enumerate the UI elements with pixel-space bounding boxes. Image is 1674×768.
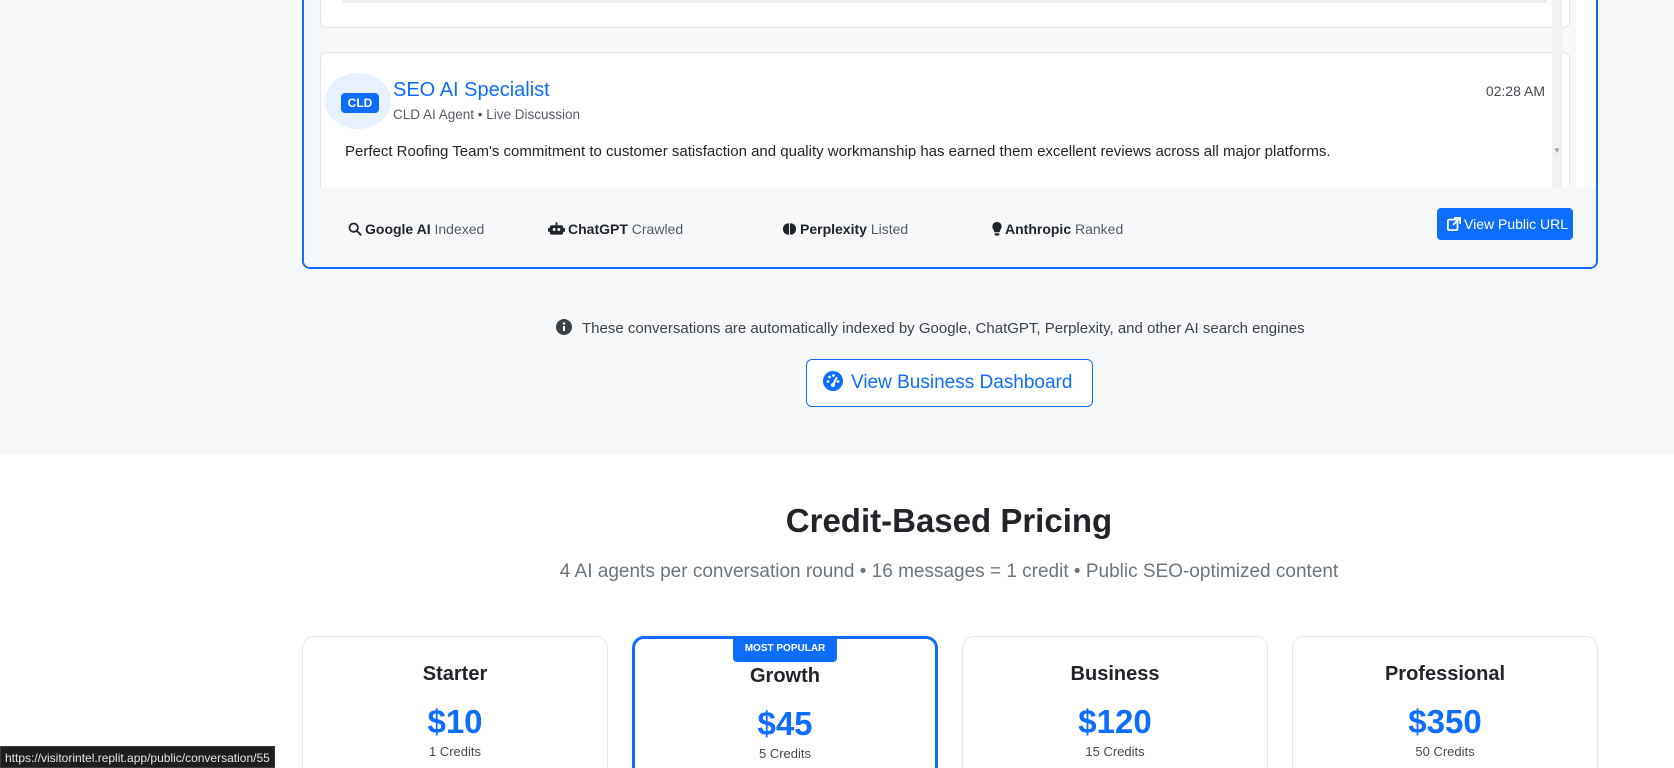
view-business-dashboard-label: View Business Dashboard: [851, 372, 1073, 393]
engine-name: ChatGPT: [568, 221, 628, 237]
message-card: CLD SEO AI Specialist CLD AI Agent • Liv…: [320, 52, 1570, 188]
avatar-badge: CLD: [341, 93, 379, 113]
plan-credits: 1 Credits: [428, 744, 482, 759]
engine-name: Perplexity: [800, 221, 867, 237]
info-circle-icon: [556, 319, 572, 335]
dashboard-gauge-icon: [823, 371, 843, 391]
scrollbar-track[interactable]: [1552, 0, 1562, 188]
engine-status: Ranked: [1075, 221, 1124, 237]
conversation-scroll-area[interactable]: CLD SEO AI Specialist CLD AI Agent • Liv…: [304, 0, 1576, 188]
plan-name: Professional: [1384, 663, 1506, 685]
indexing-info: These conversations are automatically in…: [556, 319, 1305, 337]
engine-name: Anthropic: [1005, 221, 1072, 237]
plan-name: Growth: [750, 665, 820, 687]
lightbulb-icon: [992, 222, 1002, 236]
plan-price: $10: [427, 703, 483, 740]
pricing-title: Credit-Based Pricing: [785, 502, 1113, 539]
browser-status-url: https://visitorintel.replit.app/public/c…: [0, 746, 275, 768]
engine-status: Listed: [870, 221, 909, 237]
view-public-url-label: View Public URL: [1464, 216, 1569, 232]
search-engine-status-bar: Google AI Indexed ChatGPT Crawled Perple…: [304, 188, 1596, 267]
plan-card-growth[interactable]: MOST POPULAR Growth $45 5 Credits: [632, 636, 938, 768]
previous-message-bar: [343, 0, 1547, 3]
plan-price: $350: [1408, 703, 1482, 740]
conversation-card: CLD SEO AI Specialist CLD AI Agent • Liv…: [302, 0, 1598, 269]
plan-credits: 50 Credits: [1415, 744, 1475, 759]
robot-icon: [548, 222, 565, 235]
engine-name: Google AI: [365, 221, 431, 237]
previous-message: [320, 0, 1570, 28]
most-popular-badge: MOST POPULAR: [733, 636, 837, 662]
plan-card-starter[interactable]: Starter $10 1 Credits: [302, 636, 608, 768]
plan-credits: 15 Credits: [1085, 744, 1145, 759]
plan-price: $45: [757, 705, 813, 742]
engine-google: Google AI Indexed: [348, 221, 484, 237]
plan-name: Starter: [422, 663, 488, 685]
plan-price: $120: [1078, 703, 1152, 740]
engine-anthropic: Anthropic Ranked: [992, 221, 1123, 237]
plan-name: Business: [1070, 663, 1160, 685]
plan-card-business[interactable]: Business $120 15 Credits: [962, 636, 1268, 768]
message-time: 02:28 AM: [1485, 83, 1545, 99]
pricing-subtitle: 4 AI agents per conversation round • 16 …: [559, 561, 1339, 582]
view-business-dashboard-button[interactable]: View Business Dashboard: [806, 359, 1093, 407]
message-text: Perfect Roofing Team's commitment to cus…: [345, 143, 1331, 160]
engine-perplexity: Perplexity Listed: [782, 221, 908, 237]
external-link-icon: [1447, 217, 1461, 231]
agent-name[interactable]: SEO AI Specialist: [393, 79, 550, 102]
view-public-url-button[interactable]: View Public URL: [1437, 208, 1573, 240]
indexing-info-text: These conversations are automatically in…: [582, 320, 1305, 337]
engine-chatgpt: ChatGPT Crawled: [548, 221, 683, 237]
scroll-down-arrow-icon[interactable]: ▼: [1552, 146, 1562, 156]
avatar: CLD: [325, 73, 391, 129]
brain-icon: [782, 223, 797, 235]
agent-meta: CLD AI Agent • Live Discussion: [393, 107, 581, 122]
search-icon: [348, 222, 362, 236]
engine-status: Crawled: [631, 221, 684, 237]
engine-status: Indexed: [434, 221, 485, 237]
plan-credits: 5 Credits: [758, 746, 812, 761]
plan-card-professional[interactable]: Professional $350 50 Credits: [1292, 636, 1598, 768]
